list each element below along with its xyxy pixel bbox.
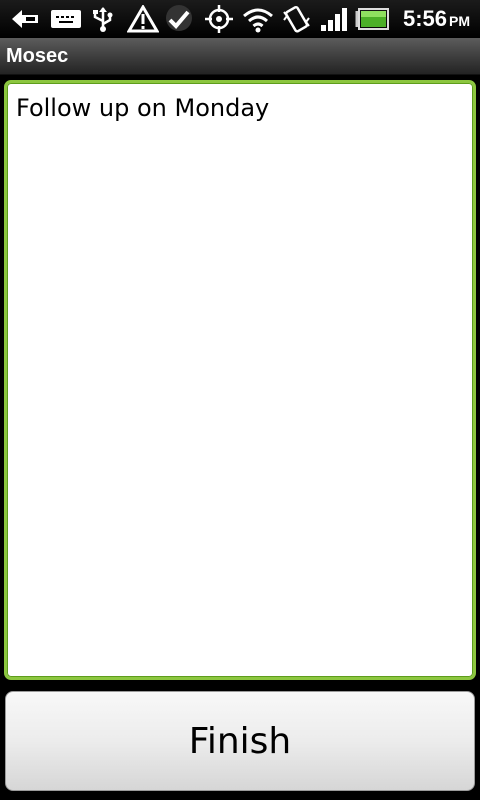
sync-check-icon[interactable] (160, 4, 198, 34)
finish-button[interactable]: Finish (5, 691, 475, 791)
title-bar: Mosec (0, 38, 480, 75)
status-bar: 5:56 PM (0, 0, 480, 38)
wifi-icon[interactable] (240, 4, 276, 34)
note-input[interactable]: Follow up on Monday (16, 92, 456, 124)
signal-icon[interactable] (318, 4, 350, 34)
keyboard-icon[interactable] (48, 4, 84, 34)
usb-icon[interactable] (88, 4, 118, 34)
warning-icon[interactable] (126, 4, 160, 34)
clock[interactable]: 5:56 PM (403, 5, 470, 35)
clock-ampm: PM (449, 13, 470, 29)
vibrate-icon[interactable] (280, 4, 314, 34)
note-editor[interactable]: Follow up on Monday (4, 80, 476, 680)
app-title: Mosec (6, 45, 69, 67)
back-notification-icon[interactable] (8, 4, 42, 34)
gps-icon[interactable] (202, 4, 236, 34)
battery-icon[interactable] (354, 4, 390, 34)
